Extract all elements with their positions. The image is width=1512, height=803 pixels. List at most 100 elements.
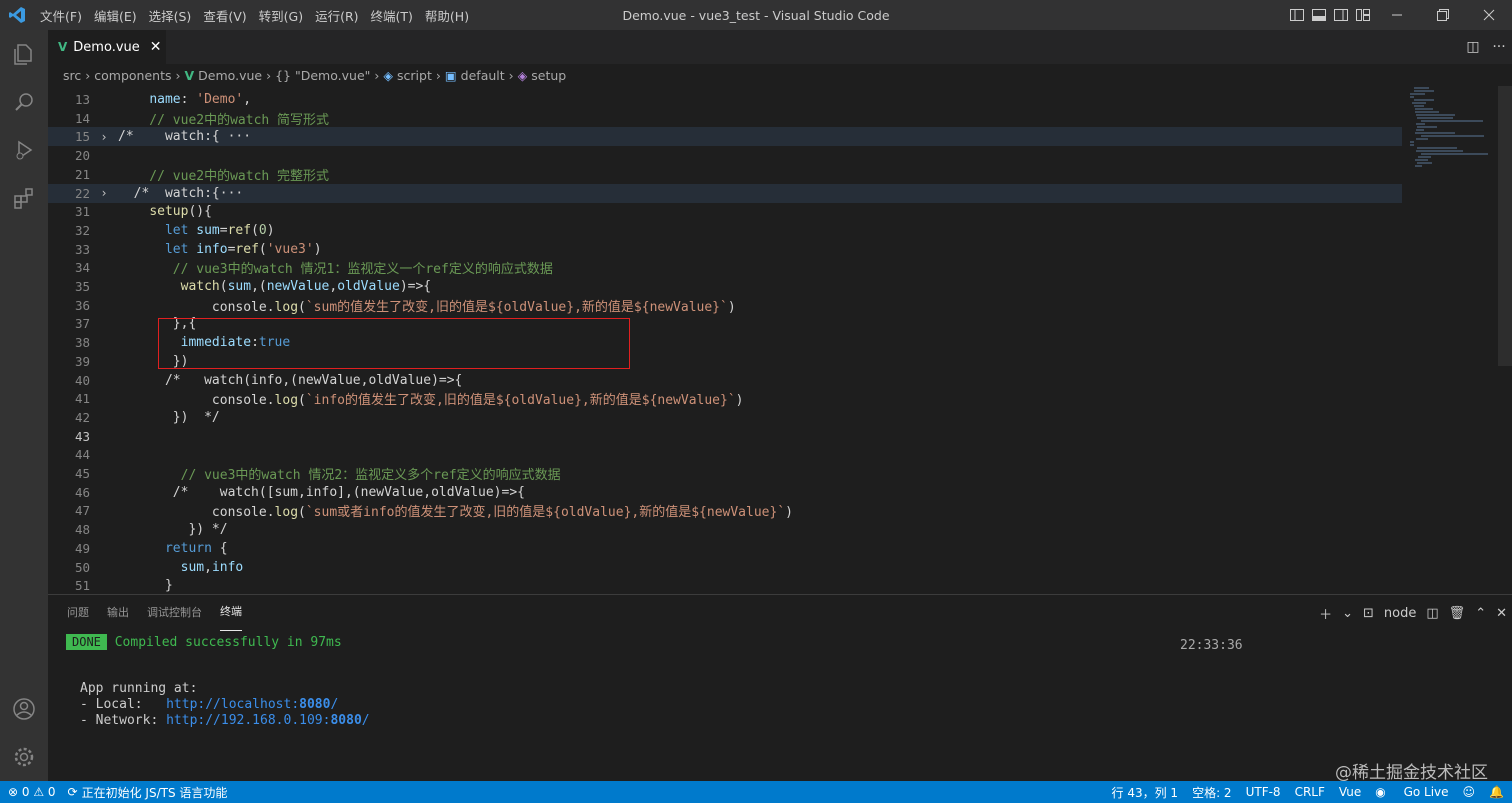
code-line[interactable]: 43	[48, 427, 1404, 446]
feedback-icon[interactable]: ☺	[1463, 785, 1476, 799]
run-debug-icon[interactable]	[0, 126, 48, 174]
go-live[interactable]: ◉ Go Live	[1375, 785, 1448, 799]
breadcrumb-module[interactable]: "Demo.vue"	[295, 68, 370, 83]
split-terminal-icon[interactable]: ◫	[1426, 606, 1438, 621]
breadcrumb-src[interactable]: src	[63, 68, 81, 83]
local-url[interactable]: http://localhost:8080/	[166, 697, 338, 712]
manage-gear-icon[interactable]	[0, 733, 48, 781]
restore-icon[interactable]	[1420, 0, 1466, 30]
account-icon[interactable]	[0, 685, 48, 733]
encoding[interactable]: UTF-8	[1246, 785, 1281, 799]
code-line[interactable]: 14 // vue2中的watch 简写形式	[48, 109, 1404, 128]
editor-scrollbar[interactable]	[1498, 86, 1512, 366]
minimap[interactable]	[1402, 86, 1512, 594]
search-icon[interactable]	[0, 78, 48, 126]
new-terminal-icon[interactable]: ＋	[1319, 604, 1332, 623]
trash-icon[interactable]: 🗑	[1449, 606, 1466, 621]
fold-chevron-right-icon[interactable]: ›	[90, 130, 118, 144]
code-line[interactable]: 44	[48, 445, 1404, 464]
terminal-output[interactable]: DONE Compiled successfully in 97ms 22:33…	[66, 634, 1266, 729]
code-line[interactable]: 34 // vue3中的watch 情况1：监视定义一个ref定义的响应式数据	[48, 258, 1404, 277]
breadcrumb-script[interactable]: script	[397, 68, 432, 83]
toggle-secondary-sidebar-icon[interactable]	[1330, 0, 1352, 30]
menu-run[interactable]: 运行(R)	[309, 6, 364, 25]
code-line[interactable]: 37 },{	[48, 314, 1404, 333]
chevron-right-icon: ›	[175, 67, 181, 83]
breadcrumb-setup[interactable]: setup	[531, 68, 566, 83]
chevron-right-icon: ›	[435, 67, 441, 83]
fold-chevron-right-icon[interactable]: ›	[90, 186, 118, 200]
field-icon: ▣	[444, 67, 457, 83]
line-number: 37	[74, 316, 90, 332]
code-line[interactable]: 48 }) */	[48, 520, 1404, 539]
minimize-icon[interactable]	[1374, 0, 1420, 30]
code-line[interactable]: 13 name: 'Demo',	[48, 90, 1404, 109]
maximize-panel-icon[interactable]: ⌃	[1475, 606, 1486, 621]
customize-layout-icon[interactable]	[1352, 0, 1374, 30]
chevron-down-icon[interactable]: ⌄	[1342, 606, 1353, 621]
code-text: name: 'Demo',	[149, 92, 252, 107]
tab-demo-vue[interactable]: V Demo.vue ✕	[48, 30, 166, 64]
code-line[interactable]: 36 console.log(`sum的值发生了改变,旧的值是${oldValu…	[48, 296, 1404, 315]
indentation[interactable]: 空格: 2	[1192, 784, 1232, 801]
tab-terminal[interactable]: 终端	[220, 595, 242, 631]
minimap-line	[1417, 162, 1432, 164]
menu-goto[interactable]: 转到(G)	[253, 6, 309, 25]
menu-file[interactable]: 文件(F)	[34, 6, 88, 25]
code-line[interactable]: 22 › /* watch:{···	[48, 183, 1404, 203]
notifications-bell-icon[interactable]: 🔔	[1489, 785, 1504, 799]
line-number: 15	[74, 129, 90, 145]
code-line[interactable]: 45 // vue3中的watch 情况2：监视定义多个ref定义的响应式数据	[48, 464, 1404, 483]
code-line[interactable]: 49 return {	[48, 539, 1404, 558]
close-tab-icon[interactable]: ✕	[150, 39, 162, 55]
tab-problems[interactable]: 问题	[67, 595, 89, 631]
code-line[interactable]: 42 }) */	[48, 408, 1404, 427]
menu-help[interactable]: 帮助(H)	[419, 6, 475, 25]
code-line[interactable]: 39 })	[48, 352, 1404, 371]
code-text: // vue3中的watch 情况2：监视定义多个ref定义的响应式数据	[118, 468, 561, 483]
breadcrumb-file[interactable]: Demo.vue	[198, 68, 262, 83]
code-line[interactable]: 41 console.log(`info的值发生了改变,旧的值是${oldVal…	[48, 389, 1404, 408]
close-window-icon[interactable]	[1466, 0, 1512, 30]
explorer-icon[interactable]	[0, 30, 48, 78]
code-line[interactable]: 31 setup(){	[48, 202, 1404, 221]
code-line[interactable]: 32 let sum=ref(0)	[48, 221, 1404, 240]
code-text: console.log(`info的值发生了改变,旧的值是${oldValue}…	[118, 393, 744, 409]
eol[interactable]: CRLF	[1295, 785, 1325, 799]
split-editor-icon[interactable]: ◫	[1460, 39, 1486, 55]
tab-output[interactable]: 输出	[107, 595, 129, 631]
extensions-icon[interactable]	[0, 174, 48, 222]
cursor-position[interactable]: 行 43，列 1	[1112, 784, 1179, 801]
menu-terminal[interactable]: 终端(T)	[365, 6, 419, 25]
code-line[interactable]: 50 sum,info	[48, 558, 1404, 577]
breadcrumb-components[interactable]: components	[94, 68, 171, 83]
menu-selection[interactable]: 选择(S)	[143, 6, 198, 25]
terminal-name[interactable]: node	[1384, 606, 1416, 621]
toggle-sidebar-icon[interactable]	[1286, 0, 1308, 30]
menu-view[interactable]: 查看(V)	[197, 6, 252, 25]
code-line[interactable]: 15 ›/* watch:{ ···	[48, 127, 1404, 147]
compile-time: 22:33:36	[1180, 638, 1243, 653]
code-line[interactable]: 40 /* watch(info,(newValue,oldValue)=>{	[48, 371, 1404, 390]
problems-status[interactable]: ⊗ 0 ⚠ 0	[8, 785, 56, 799]
minimap-line	[1416, 150, 1464, 152]
close-panel-icon[interactable]: ✕	[1496, 606, 1507, 621]
code-line[interactable]: 38 immediate:true	[48, 333, 1404, 352]
code-line[interactable]: 21 // vue2中的watch 完整形式	[48, 165, 1404, 184]
tab-debug-console[interactable]: 调试控制台	[147, 595, 202, 631]
breadcrumb-default[interactable]: default	[461, 68, 505, 83]
network-url[interactable]: http://192.168.0.109:8080/	[166, 713, 370, 728]
code-line[interactable]: 20	[48, 146, 1404, 165]
code-line[interactable]: 51 }	[48, 576, 1404, 594]
toggle-panel-icon[interactable]	[1308, 0, 1330, 30]
code-line[interactable]: 35 watch(sum,(newValue,oldValue)=>{	[48, 277, 1404, 296]
code-line[interactable]: 47 console.log(`sum或者info的值发生了改变,旧的值是${o…	[48, 501, 1404, 520]
more-actions-icon[interactable]: ···	[1486, 39, 1512, 55]
language-mode[interactable]: Vue	[1339, 785, 1361, 799]
code-editor[interactable]: 13 name: 'Demo', 14 // vue2中的watch 简写形式 15…	[48, 86, 1512, 594]
menu-edit[interactable]: 编辑(E)	[88, 6, 143, 25]
code-line[interactable]: 46 /* watch([sum,info],(newValue,oldValu…	[48, 483, 1404, 502]
vue-file-icon: V	[184, 67, 195, 83]
code-line[interactable]: 33 let info=ref('vue3')	[48, 240, 1404, 259]
task-status[interactable]: 正在初始化 JS/TS 语言功能	[82, 784, 228, 801]
